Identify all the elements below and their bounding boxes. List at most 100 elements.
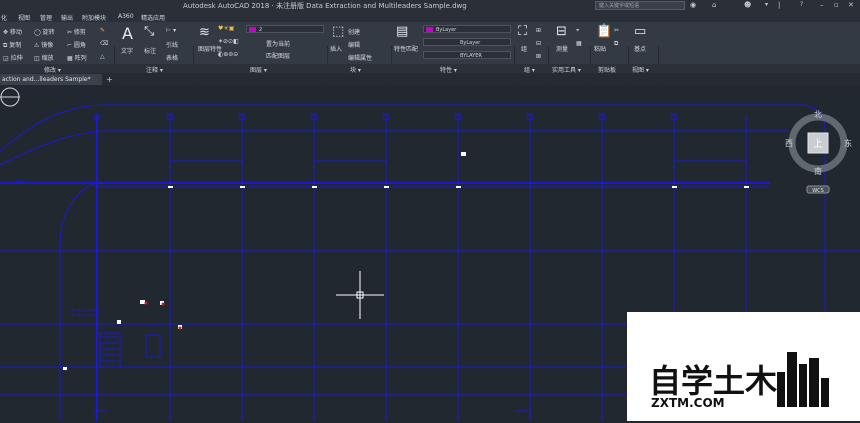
match-properties-button[interactable]: 特性匹配	[394, 44, 418, 53]
close-icon[interactable]: ✕	[848, 1, 854, 9]
wcs-label: WCS	[812, 188, 824, 194]
watermark: 自学土木 ZXTM.COM	[627, 312, 860, 421]
color-dropdown[interactable]: ByLayer	[423, 25, 511, 33]
watermark-logo: 自学土木 ZXTM.COM	[649, 352, 829, 410]
leader-label	[461, 152, 466, 156]
panel-label-bar: 修改 ▾ 注释 ▾ 图层 ▾ 块 ▾ 特性 ▾ 组 ▾ 实用工具 ▾ 剪贴板 视…	[0, 64, 860, 74]
edit-attributes-button[interactable]: 编辑属性	[348, 53, 372, 62]
linear-icon[interactable]: ⊢ ▾	[166, 27, 176, 34]
sep-icon: |	[778, 1, 781, 9]
leader-label	[140, 300, 145, 304]
move-button[interactable]: ✥ 移动	[3, 27, 22, 36]
make-current-button[interactable]: 置为当前	[266, 39, 290, 48]
utility-icons-2[interactable]: ▦	[576, 40, 582, 47]
viewcube-south[interactable]: 南	[814, 166, 822, 176]
group-tools-icons-2[interactable]: ⊟	[536, 40, 541, 47]
mark	[672, 186, 677, 188]
cut-icon[interactable]: ✂	[614, 27, 619, 34]
edit-block-button[interactable]: 编辑	[348, 40, 360, 49]
text-button[interactable]: 文字	[121, 46, 133, 55]
pencil-icon[interactable]: ✎	[100, 27, 105, 34]
copy-button[interactable]: ⧉ 复制	[3, 40, 21, 50]
layer-tools-icons[interactable]: ✶⊘⊙◧	[218, 38, 239, 45]
mirror-button[interactable]: ⚠ 镜像	[34, 40, 53, 49]
inner-wall-line	[0, 130, 790, 166]
exchange-icon[interactable]: ⌂	[712, 1, 716, 9]
user-icon[interactable]: ☻	[744, 1, 751, 9]
shaft-detail	[145, 334, 161, 358]
mark	[168, 186, 173, 188]
group-tools-icons[interactable]: ⊞	[536, 27, 541, 34]
crosshair-cursor	[336, 271, 384, 319]
stair-treads	[102, 336, 118, 362]
signin-icon[interactable]: ◉	[690, 1, 696, 9]
layer-state-icons[interactable]: ♥☀▣	[218, 25, 234, 32]
menu-item[interactable]: 附加模块	[82, 13, 106, 22]
fillet-button[interactable]: ⌐ 圆角	[67, 40, 86, 49]
measure-icon[interactable]: ⊟	[556, 24, 567, 39]
menu-item[interactable]: 视图	[18, 13, 30, 22]
erase-icon[interactable]: ⌫	[100, 40, 108, 47]
match-layer-button[interactable]: 匹配图层	[266, 51, 290, 60]
text-icon[interactable]: A	[122, 24, 133, 43]
lineweight-dropdown[interactable]: BYLAYER	[423, 51, 511, 59]
color-value: ByLayer	[436, 27, 457, 33]
skyline-icon	[777, 352, 829, 407]
leader-button[interactable]: 引线	[166, 40, 178, 49]
dropdown-icon[interactable]: ▾	[765, 1, 768, 8]
menu-item[interactable]: 输出	[61, 13, 73, 22]
watermark-brand: 自学土木	[649, 362, 777, 400]
viewcube-west[interactable]: 西	[785, 139, 793, 148]
linetype-value: ByLayer	[460, 40, 481, 46]
file-tab-active[interactable]: action and...lleaders Sample*	[0, 74, 102, 85]
menu-item[interactable]: 化	[1, 13, 7, 22]
file-tab-bar: action and...lleaders Sample* +	[0, 73, 860, 85]
scale-button[interactable]: ◫ 缩放	[34, 53, 54, 62]
layer-tools-icons-2[interactable]: ◐⊛⊜⊝	[218, 51, 238, 58]
new-tab-button[interactable]: +	[106, 75, 113, 84]
viewcube[interactable]: 上 北 南 东 西 WCS	[785, 110, 852, 194]
match-properties-icon[interactable]: ▤	[396, 24, 408, 39]
menu-item[interactable]: 精选应用	[141, 13, 165, 22]
linetype-dropdown[interactable]: ByLayer	[423, 38, 511, 46]
trim-button[interactable]: ✂ 修剪	[67, 27, 86, 36]
array-button[interactable]: ▦ 阵列	[67, 53, 87, 62]
stretch-button[interactable]: ◲ 拉伸	[3, 53, 23, 62]
utility-icons[interactable]: ⌖	[576, 27, 579, 35]
mark	[744, 186, 749, 188]
table-button[interactable]: 表格	[166, 53, 178, 62]
copy-clip-icon[interactable]: ⧉	[614, 40, 618, 48]
insert-button[interactable]: 插入	[330, 44, 342, 53]
menu-item[interactable]: A360	[118, 13, 134, 20]
group-tools-icons-3[interactable]: ⊠	[536, 53, 541, 60]
rotate-button[interactable]: ◯ 旋转	[34, 27, 55, 36]
insert-icon[interactable]: ⬚	[332, 24, 344, 39]
menu-item[interactable]: 管理	[40, 13, 52, 22]
search-input[interactable]: 键入关键字或短语	[595, 1, 685, 10]
explode-icon[interactable]: △	[100, 53, 105, 60]
layer-dropdown[interactable]: 2	[246, 25, 324, 33]
group-button[interactable]: 组	[521, 44, 527, 53]
layer-properties-icon[interactable]: ≋	[199, 25, 210, 40]
help-button[interactable]: ?	[800, 1, 803, 8]
maximize-icon[interactable]: ▫	[834, 1, 839, 9]
color-swatch	[426, 27, 433, 32]
mark	[456, 186, 461, 188]
title-bar: Autodesk AutoCAD 2018 · 未注册版 Data Extrac…	[0, 0, 860, 11]
minimize-icon[interactable]: –	[820, 1, 824, 9]
lineweight-value: BYLAYER	[460, 53, 482, 59]
mark	[312, 186, 317, 188]
mark	[240, 186, 245, 188]
base-button[interactable]: 基点	[634, 44, 646, 53]
viewcube-north[interactable]: 北	[814, 110, 822, 119]
stair-detail	[99, 332, 121, 368]
base-view-icon[interactable]: ▭	[634, 24, 646, 39]
group-icon[interactable]: ⛶	[518, 24, 527, 39]
dimension-button[interactable]: 标注	[144, 46, 156, 55]
paste-icon[interactable]: 📋	[596, 24, 612, 39]
measure-button[interactable]: 测量	[556, 44, 568, 53]
viewcube-east[interactable]: 东	[844, 138, 852, 148]
paste-button[interactable]: 粘贴	[594, 44, 606, 53]
dimension-icon[interactable]: ⤡	[144, 24, 154, 39]
create-block-button[interactable]: 创建	[348, 27, 360, 36]
